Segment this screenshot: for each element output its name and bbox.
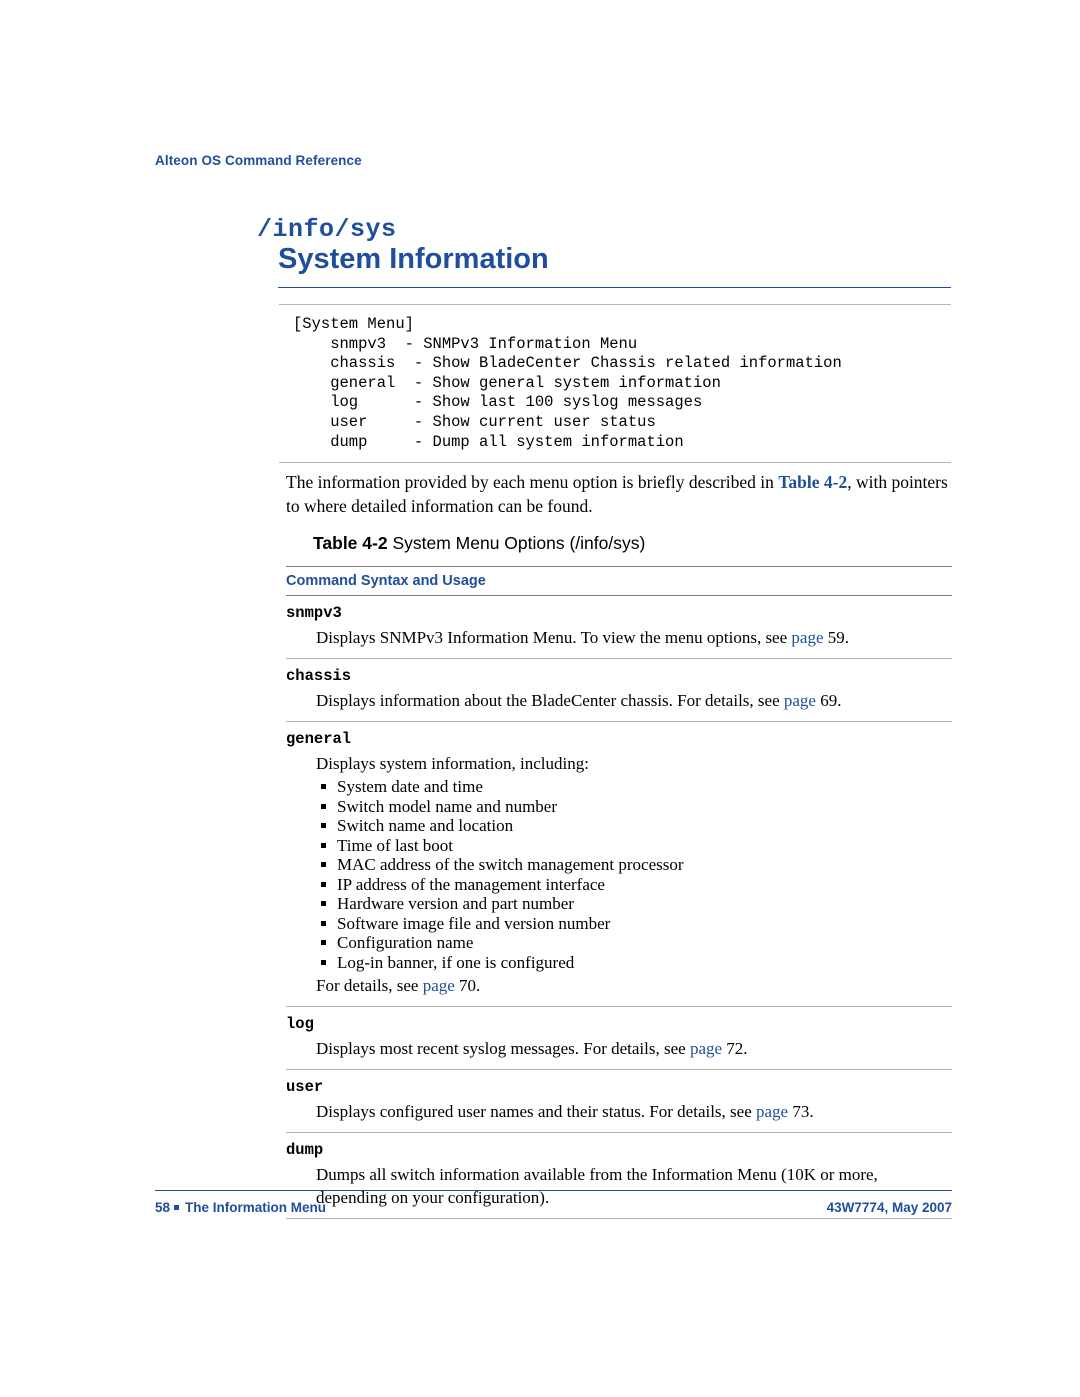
footer-doc-id: 43W7774, May 2007 [826,1200,952,1215]
bullet-square-icon [174,1205,180,1210]
desc-text-after: 72. [722,1039,748,1058]
table-caption-label: Table 4-2 [313,533,388,553]
desc-text-after: 73. [788,1102,814,1121]
title-divider [278,287,951,288]
command-description: Displays system information, including: [316,754,589,773]
intro-paragraph: The information provided by each menu op… [286,470,958,518]
list-item: Log-in banner, if one is configured [316,953,952,973]
desc-text: Displays SNMPv3 Information Menu. To vie… [316,628,792,647]
list-item: System date and time [316,777,952,797]
list-item: Switch model name and number [316,797,952,817]
desc-text-after: 59. [823,628,849,647]
footer-left: 58 The Information Menu [155,1200,326,1215]
desc-text: Displays configured user names and their… [316,1102,757,1121]
desc-text: For details, see [316,976,423,995]
code-line: dump - Dump all system information [293,432,684,451]
page-link[interactable]: page [756,1102,788,1121]
command-name: snmpv3 [286,604,342,622]
table-row: chassis Displays information about the B… [286,659,952,722]
page-link[interactable]: page [423,976,455,995]
list-item: MAC address of the switch management pro… [316,855,952,875]
bullet-square-icon [321,901,326,906]
list-item-label: Software image file and version number [337,913,611,933]
desc-text: Displays information about the BladeCent… [316,691,784,710]
page-link[interactable]: page [784,691,816,710]
command-name: log [286,1015,314,1033]
list-item: Configuration name [316,933,952,953]
intro-text-before: The information provided by each menu op… [286,472,779,492]
table-row: snmpv3 Displays SNMPv3 Information Menu.… [286,596,952,659]
bullet-square-icon [321,940,326,945]
command-description: Displays SNMPv3 Information Menu. To vie… [286,626,952,649]
table-caption-text: System Menu Options (/info/sys) [387,533,646,553]
feature-bullet-list: System date and time Switch model name a… [286,777,952,972]
desc-text-after: 69. [815,691,842,710]
page-link[interactable]: page [791,628,823,647]
list-item-label: Configuration name [337,933,474,952]
list-item-label: Log-in banner, if one is configured [337,952,575,972]
footer-divider [155,1190,952,1191]
page-number: 58 [155,1200,171,1215]
table-row: log Displays most recent syslog messages… [286,1007,952,1070]
code-line: snmpv3 - SNMPv3 Information Menu [293,334,638,353]
code-line: chassis - Show BladeCenter Chassis relat… [293,354,842,373]
bullet-square-icon [321,823,326,828]
system-menu-options-table: Command Syntax and Usage snmpv3 Displays… [286,566,952,1219]
command-name: chassis [286,667,352,685]
bullet-square-icon [321,784,326,789]
command-name: user [286,1078,324,1096]
command-description-footnote: For details, see page 70. [286,974,952,997]
table-cross-reference[interactable]: Table 4-2 [778,472,847,492]
list-item: IP address of the management interface [316,875,952,895]
bullet-square-icon [321,920,326,926]
code-line: general - Show general system informatio… [293,373,721,392]
table-row: general Displays system information, inc… [286,722,952,1007]
list-item-label: Hardware version and part number [337,894,574,913]
bullet-square-icon [321,862,326,867]
chapter-name: The Information Menu [185,1200,327,1215]
command-name: general [286,730,352,748]
list-item: Time of last boot [316,836,952,856]
list-item-label: Time of last boot [337,835,454,855]
running-head: Alteon OS Command Reference [155,153,362,168]
command-description: Displays information about the BladeCent… [286,689,952,712]
bullet-square-icon [321,842,326,848]
table-header-label: Command Syntax and Usage [286,573,486,589]
code-line: user - Show current user status [293,412,656,431]
page-title: System Information [278,243,549,275]
list-item-label: Switch name and location [337,816,514,835]
bullet-square-icon [321,803,326,809]
desc-text-after: 70. [454,976,481,995]
list-item-label: System date and time [337,777,483,796]
list-item-label: IP address of the management interface [337,874,605,894]
table-caption: Table 4-2 System Menu Options (/info/sys… [313,533,645,554]
table-header-row: Command Syntax and Usage [286,566,952,596]
desc-text: Displays most recent syslog messages. Fo… [316,1039,690,1058]
bullet-square-icon [321,959,326,965]
table-row: user Displays configured user names and … [286,1070,952,1133]
bullet-square-icon [321,881,326,887]
command-description: Displays most recent syslog messages. Fo… [286,1037,952,1060]
list-item: Switch name and location [316,816,952,836]
document-page: Alteon OS Command Reference /info/sys Sy… [0,0,1080,1397]
page-link[interactable]: page [690,1039,722,1058]
list-item: Hardware version and part number [316,894,952,914]
list-item-label: MAC address of the switch management pro… [337,855,684,874]
list-item: Software image file and version number [316,914,952,934]
command-description: Displays configured user names and their… [286,1100,952,1123]
code-line: [System Menu] [293,315,414,333]
code-line: log - Show last 100 syslog messages [293,393,703,412]
command-path-heading: /info/sys [257,215,397,244]
command-name: dump [286,1141,324,1159]
cli-output-block: [System Menu] snmpv3 - SNMPv3 Informatio… [279,304,951,464]
list-item-label: Switch model name and number [337,796,558,816]
